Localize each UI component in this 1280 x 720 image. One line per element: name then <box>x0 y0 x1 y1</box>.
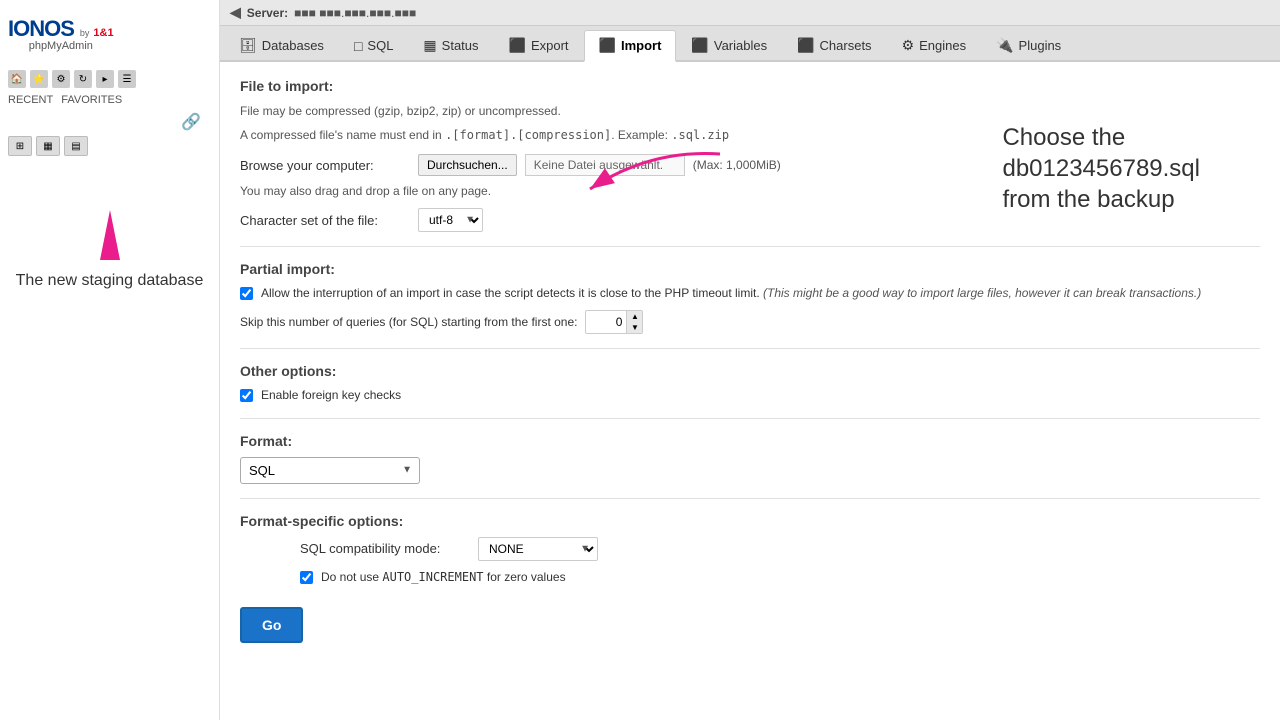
refresh-icon[interactable]: ↻ <box>74 70 92 88</box>
partial-import-title: Partial import: <box>240 261 1260 277</box>
tab-export[interactable]: ⬛ Export <box>494 30 584 60</box>
skip-number-wrap: ▲ ▼ <box>585 310 643 334</box>
back-button[interactable]: ◀ <box>230 4 241 21</box>
tab-import[interactable]: ⬛ Import <box>584 30 677 62</box>
charsets-icon: ⬛ <box>797 37 814 54</box>
home-icon[interactable]: 🏠 <box>8 70 26 88</box>
sidebar: IONOS by 1&1 phpMyAdmin 🏠 ⭐ ⚙ ↻ ▸ ☰ RECE… <box>0 0 220 720</box>
databases-icon: 🗄 <box>239 37 257 54</box>
go-button-wrap: Go <box>240 597 1260 643</box>
compat-mode-label: SQL compatibility mode: <box>300 541 470 556</box>
auto-increment-row: Do not use AUTO_INCREMENT for zero value… <box>240 569 1260 586</box>
favorites-link[interactable]: FAVORITES <box>61 94 122 106</box>
file-import-desc2: A compressed file's name must end in .[f… <box>240 126 1260 144</box>
variables-icon: ⬛ <box>691 37 708 54</box>
browse-button[interactable]: Durchsuchen... <box>418 154 517 176</box>
plugins-icon: 🔌 <box>996 37 1013 54</box>
sidebar-toolbar: ⊞ ▦ ▤ <box>0 132 219 160</box>
compat-mode-row: SQL compatibility mode: NONE ANSI DB2 MA… <box>240 537 1260 561</box>
format-select[interactable]: SQL CSV JSON XML <box>240 457 420 484</box>
charset-select[interactable]: utf-8 latin1 utf-16 <box>418 208 483 232</box>
tab-plugins[interactable]: 🔌 Plugins <box>981 30 1076 60</box>
extra-icon[interactable]: ☰ <box>118 70 136 88</box>
file-name-display: Keine Datei ausgewählt. <box>525 154 685 176</box>
tab-engines[interactable]: ⚙ Engines <box>887 30 982 60</box>
stepper-down[interactable]: ▼ <box>626 322 642 333</box>
tab-variables[interactable]: ⬛ Variables <box>676 30 782 60</box>
server-info: ■■■ ■■■.■■■.■■■.■■■ <box>294 6 416 20</box>
sidebar-icons: 🏠 ⭐ ⚙ ↻ ▸ ☰ <box>0 66 219 92</box>
allow-interruption-checkbox[interactable] <box>240 287 253 300</box>
bookmark-icon[interactable]: ⭐ <box>30 70 48 88</box>
nav-tabs: 🗄 Databases □ SQL ▦ Status ⬛ Export ⬛ Im… <box>220 26 1280 62</box>
compat-select-wrap: NONE ANSI DB2 MAXDB MYSQL323 MYSQL40 MSS… <box>478 537 598 561</box>
logo-ionos: IONOS <box>8 18 74 40</box>
tab-status[interactable]: ▦ Status <box>408 30 493 60</box>
annotation-text: The new staging database <box>10 270 209 292</box>
other-options-title: Other options: <box>240 363 1260 379</box>
settings-icon[interactable]: ⚙ <box>52 70 70 88</box>
foreign-key-row: Enable foreign key checks <box>240 387 1260 404</box>
format-specific-title: Format-specific options: <box>240 513 1260 529</box>
file-import-section: File to import: File may be compressed (… <box>240 78 1260 144</box>
allow-interruption-label: Allow the interruption of an import in c… <box>261 285 1201 302</box>
engines-icon: ⚙ <box>902 37 915 54</box>
skip-label: Skip this number of queries (for SQL) st… <box>240 315 577 329</box>
auto-increment-label: Do not use AUTO_INCREMENT for zero value… <box>321 569 566 586</box>
drag-note: You may also drag and drop a file on any… <box>240 184 1260 198</box>
charset-label: Character set of the file: <box>240 213 410 228</box>
foreign-key-checkbox[interactable] <box>240 389 253 402</box>
main-content: ◀ Server: ■■■ ■■■.■■■.■■■.■■■ 🗄 Database… <box>220 0 1280 720</box>
tab-charsets[interactable]: ⬛ Charsets <box>782 30 886 60</box>
toolbar-btn-3[interactable]: ▤ <box>64 136 88 156</box>
toolbar-btn-2[interactable]: ▦ <box>36 136 60 156</box>
tab-sql[interactable]: □ SQL <box>339 30 408 60</box>
content-area: File to import: File may be compressed (… <box>220 62 1280 720</box>
logo-area: IONOS by 1&1 phpMyAdmin <box>0 10 219 66</box>
browse-label: Browse your computer: <box>240 158 410 173</box>
toolbar-btn-1[interactable]: ⊞ <box>8 136 32 156</box>
compat-mode-select[interactable]: NONE ANSI DB2 MAXDB MYSQL323 MYSQL40 MSS… <box>478 537 598 561</box>
logo-brand: 1&1 <box>93 27 113 39</box>
topbar: ◀ Server: ■■■ ■■■.■■■.■■■.■■■ <box>220 0 1280 26</box>
sql-icon: □ <box>354 38 362 54</box>
status-icon: ▦ <box>423 37 436 54</box>
file-import-title: File to import: <box>240 78 1260 94</box>
charset-select-wrap: utf-8 latin1 utf-16 <box>418 208 483 232</box>
max-size-label: (Max: 1,000MiB) <box>693 158 781 172</box>
allow-interruption-row: Allow the interruption of an import in c… <box>240 285 1260 302</box>
phpmyadmin-label: phpMyAdmin <box>8 40 114 58</box>
format-select-wrap: SQL CSV JSON XML <box>240 457 1260 484</box>
format-title: Format: <box>240 433 1260 449</box>
browse-row: Browse your computer: Durchsuchen... Kei… <box>240 154 1260 176</box>
export-icon: ⬛ <box>509 37 526 54</box>
server-label: Server: <box>247 6 288 20</box>
tab-databases[interactable]: 🗄 Databases <box>224 30 339 60</box>
sidebar-links: RECENT FAVORITES <box>0 92 219 108</box>
annotation-area: The new staging database <box>0 210 219 292</box>
chain-icon: 🔗 <box>181 112 201 132</box>
format-select-container: SQL CSV JSON XML <box>240 457 420 484</box>
skip-number-input[interactable] <box>586 313 626 331</box>
file-import-desc1: File may be compressed (gzip, bzip2, zip… <box>240 102 1260 120</box>
stepper: ▲ ▼ <box>626 311 642 333</box>
more-icon[interactable]: ▸ <box>96 70 114 88</box>
skip-queries-row: Skip this number of queries (for SQL) st… <box>240 310 1260 334</box>
auto-increment-checkbox[interactable] <box>300 571 313 584</box>
foreign-key-label: Enable foreign key checks <box>261 387 401 404</box>
stepper-up[interactable]: ▲ <box>626 311 642 322</box>
import-icon: ⬛ <box>599 37 616 54</box>
logo-by: by <box>80 28 90 38</box>
charset-row: Character set of the file: utf-8 latin1 … <box>240 208 1260 232</box>
go-button[interactable]: Go <box>240 607 303 643</box>
recent-link[interactable]: RECENT <box>8 94 53 106</box>
